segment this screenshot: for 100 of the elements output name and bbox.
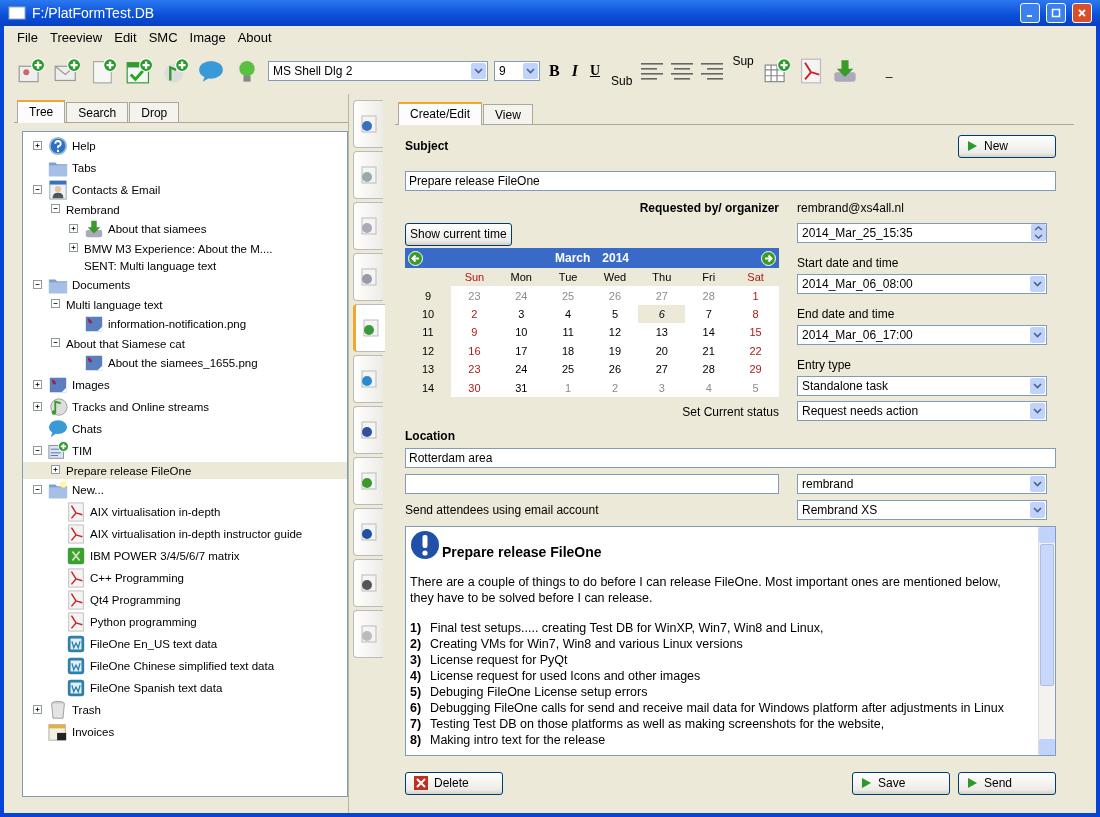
account-combo-box[interactable]: rembrand	[797, 473, 1047, 494]
side-tab[interactable]	[353, 559, 383, 607]
expand-icon[interactable]	[69, 223, 78, 233]
tree-item[interactable]: Documents	[23, 274, 347, 296]
menu-item[interactable]: Treeview	[44, 29, 108, 45]
calendar-day[interactable]: 1	[732, 286, 779, 305]
collapse-icon[interactable]	[33, 279, 42, 289]
next-month-icon[interactable]	[761, 250, 776, 266]
collapse-icon[interactable]	[51, 338, 60, 347]
tree-item[interactable]: Contacts & Email	[23, 179, 347, 201]
note-editor[interactable]	[405, 525, 1056, 756]
tree-item[interactable]: Qt4 Programming	[23, 589, 347, 611]
collapse-icon[interactable]	[51, 299, 60, 308]
align-center-icon[interactable]	[670, 60, 695, 82]
side-tab[interactable]	[353, 457, 383, 505]
tree-item[interactable]: Trash	[23, 699, 347, 721]
tab[interactable]: Create/Edit	[398, 102, 483, 125]
combo-box[interactable]: 2014_Mar_06_08:00	[797, 273, 1047, 294]
calendar-day[interactable]: 11	[544, 323, 592, 342]
tree-item[interactable]: About that Siamese cat	[23, 335, 347, 352]
calendar-day[interactable]: 26	[591, 360, 639, 379]
minimize-icon[interactable]	[1020, 3, 1040, 23]
calendar-day[interactable]: 25	[544, 360, 592, 379]
tab[interactable]: Search	[66, 102, 129, 122]
calendar-day[interactable]: 14	[685, 323, 733, 342]
calendar-day[interactable]: 26	[591, 286, 639, 305]
tree-item[interactable]: Multi language text	[23, 296, 347, 313]
show-current-time-button[interactable]: Show current time	[405, 222, 512, 246]
delete-button[interactable]: Delete	[405, 771, 503, 795]
subscript-button[interactable]: Sub	[609, 74, 635, 88]
menu-item[interactable]: Edit	[109, 29, 142, 45]
italic-button[interactable]: I	[568, 62, 581, 80]
tree-item[interactable]: Tabs	[23, 157, 347, 179]
combo-box[interactable]: 2014_Mar_06_17:00	[797, 324, 1047, 345]
year-label[interactable]: 2014	[602, 251, 629, 265]
tree-item[interactable]: BMW M3 Experience: About the M....	[23, 240, 347, 257]
maximize-icon[interactable]	[1046, 3, 1066, 23]
size-combo-box[interactable]: 9	[494, 61, 540, 81]
menu-item[interactable]: About	[232, 29, 277, 45]
calendar-day[interactable]: 24	[497, 286, 545, 305]
tree-item[interactable]: Tracks and Online streams	[23, 396, 347, 418]
tree-item[interactable]: C++ Programming	[23, 567, 347, 589]
scrollbar[interactable]	[1038, 526, 1055, 755]
send-button[interactable]: Send	[958, 771, 1056, 795]
tab[interactable]: Tree	[17, 100, 66, 123]
calendar-day[interactable]: 25	[544, 286, 592, 305]
align-right-icon[interactable]	[700, 60, 725, 82]
calendar-day[interactable]: 10	[497, 323, 545, 342]
align-left-icon[interactable]	[640, 60, 665, 82]
underline-button[interactable]: U	[586, 63, 604, 79]
email-account-combo-box[interactable]: Rembrand XS	[797, 499, 1047, 520]
expand-icon[interactable]	[51, 465, 60, 474]
calendar-day[interactable]: 23	[451, 286, 498, 305]
menu-item[interactable]: Image	[184, 29, 231, 45]
tree-item[interactable]: Prepare release FileOne	[23, 462, 347, 479]
calendar-day[interactable]: 9	[451, 323, 498, 342]
tree-item[interactable]: About that siamees	[23, 218, 347, 240]
tab[interactable]: Drop	[129, 102, 180, 122]
font-combo-box[interactable]: MS Shell Dlg 2	[268, 61, 488, 81]
calendar-day[interactable]: 29	[732, 360, 779, 379]
expand-icon[interactable]	[69, 243, 78, 252]
menu-item[interactable]: SMC	[143, 29, 183, 45]
collapse-icon[interactable]	[51, 204, 60, 213]
close-icon[interactable]	[1072, 3, 1092, 23]
tree-item[interactable]: Invoices	[23, 721, 347, 743]
tab[interactable]: View	[483, 104, 533, 124]
tree-item[interactable]: About the siamees_1655.png	[23, 352, 347, 374]
tree-item[interactable]: FileOne Spanish text data	[23, 677, 347, 699]
tree-item[interactable]: SENT: Multi language text	[23, 257, 347, 274]
toolbar-dash[interactable]: _	[883, 64, 895, 78]
tree-item[interactable]: FileOne En_US text data	[23, 633, 347, 655]
calendar-day[interactable]: 28	[685, 286, 733, 305]
status-combo-box[interactable]: Request needs action	[797, 401, 1047, 421]
tree-item[interactable]: Help	[23, 135, 347, 157]
calendar-day[interactable]: 27	[638, 286, 686, 305]
tree-item[interactable]: FileOne Chinese simplified text data	[23, 655, 347, 677]
calendar-day[interactable]: 23	[451, 360, 498, 379]
time-spin-box[interactable]: 2014_Mar_25_15:35	[797, 222, 1047, 243]
calendar-day[interactable]: 15	[732, 323, 779, 342]
superscript-button[interactable]: Sup	[730, 54, 756, 68]
expand-icon[interactable]	[33, 140, 42, 150]
new-button[interactable]: New	[958, 134, 1056, 158]
previous-month-icon[interactable]	[408, 250, 423, 266]
calendar-day[interactable]: 27	[638, 360, 686, 379]
expand-icon[interactable]	[33, 379, 42, 389]
tree-item[interactable]: Chats	[23, 418, 347, 440]
side-tab[interactable]	[353, 508, 383, 556]
menu-item[interactable]: File	[12, 29, 43, 45]
calendar-check-icon[interactable]	[124, 56, 154, 86]
tree-item[interactable]: AIX virtualisation in-depth	[23, 501, 347, 523]
calendar-day[interactable]: 13	[638, 323, 686, 342]
collapse-icon[interactable]	[33, 184, 42, 194]
attendee-input-field[interactable]	[405, 473, 779, 494]
location-field[interactable]: Rotterdam area	[405, 447, 1056, 468]
bold-button[interactable]: B	[546, 62, 563, 80]
collapse-icon[interactable]	[33, 445, 42, 455]
tree-item[interactable]: IBM POWER 3/4/5/6/7 matrix	[23, 545, 347, 567]
calendar-day[interactable]: 28	[685, 360, 733, 379]
subject-field[interactable]: Prepare release FileOne	[405, 171, 1056, 191]
tree-item[interactable]: TIM	[23, 440, 347, 462]
